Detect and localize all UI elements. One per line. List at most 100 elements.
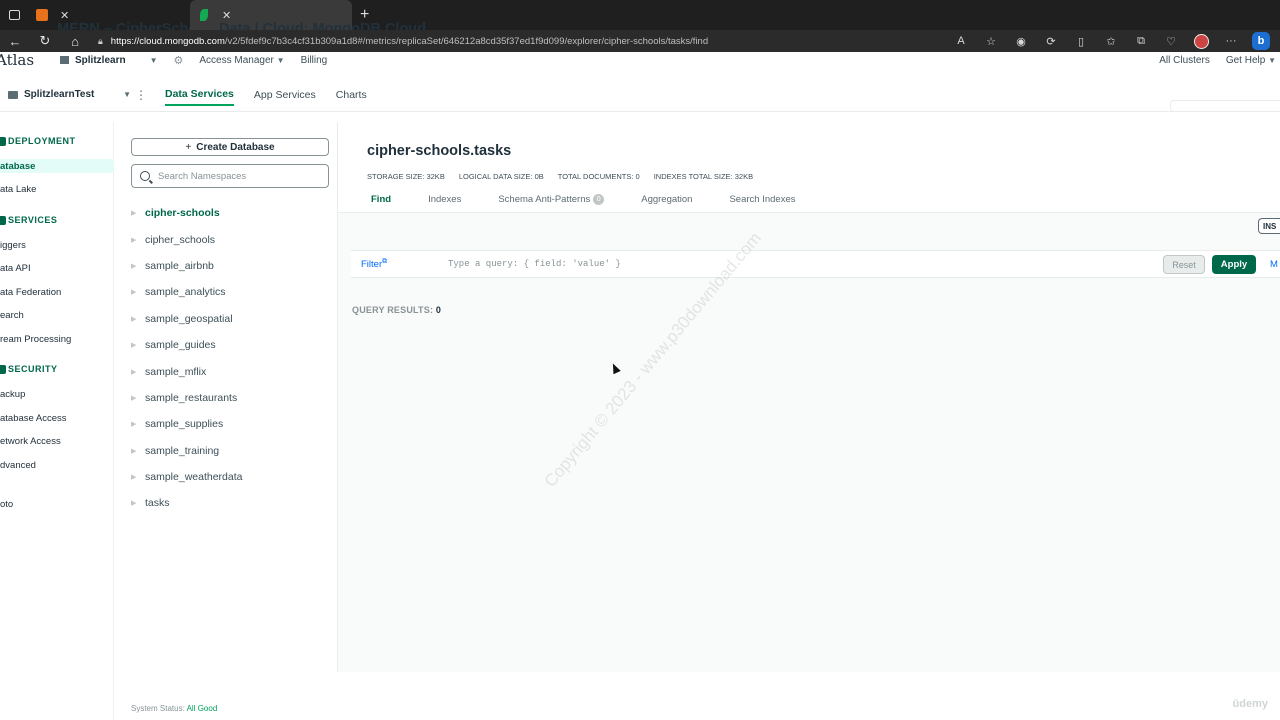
count-badge: 0 [593,194,605,205]
database-item[interactable]: ▶ sample_weatherdata [131,464,329,490]
tab-app-services[interactable]: App Services [254,85,316,105]
sidebar-item-data-federation[interactable]: ata Federation [0,285,61,299]
sidebar-item-database-access[interactable]: atabase Access [0,411,67,425]
org-selector[interactable]: Splitzlearn ▼ [60,55,158,66]
sidebar-item-triggers[interactable]: iggers [0,238,26,252]
stat-label: TOTAL DOCUMENTS: [557,172,634,181]
query-input[interactable] [448,259,1128,269]
browser-tab-mongodb[interactable]: Data | Cloud: MongoDB Cloud ✕ [190,0,426,37]
chevron-right-icon[interactable]: ▶ [131,236,145,244]
stat-storage-size: STORAGE SIZE: 32KB [367,172,445,181]
reset-button[interactable]: Reset [1163,255,1205,274]
tab-aggregation[interactable]: Aggregation [641,194,692,205]
read-aloud-icon[interactable]: A [946,32,976,50]
chevron-down-icon: ▼ [1268,55,1276,65]
collections-icon[interactable]: ⧉ [1126,32,1156,50]
database-item[interactable]: ▶ sample_restaurants [131,385,329,411]
create-database-button[interactable]: + Create Database [131,138,329,156]
stat-indexes-total-size: INDEXES TOTAL SIZE: 32KB [654,172,753,181]
get-help-link[interactable]: Get Help ▼ [1226,55,1276,66]
tab-find[interactable]: Find [371,194,391,205]
sidebar-item-backup[interactable]: ackup [0,387,25,401]
sidebar-item-advanced[interactable]: dvanced [0,458,36,472]
chevron-right-icon[interactable]: ▶ [131,368,145,376]
close-tab-icon[interactable]: ✕ [222,9,231,22]
close-tab-icon[interactable]: ✕ [60,9,69,22]
database-item[interactable]: ▶ sample_analytics [131,279,329,305]
tab-search-indexes[interactable]: Search Indexes [729,194,795,205]
sidebar-item-search[interactable]: earch [0,308,24,322]
namespace-search-input[interactable] [158,170,318,182]
sidebar-item-data-api[interactable]: ata API [0,261,31,275]
database-name: cipher-schools [145,207,220,220]
sidebar-item-goto[interactable]: oto [0,497,13,511]
filter-link[interactable]: Filter⧉ [361,258,448,270]
database-item[interactable]: ▶ sample_training [131,438,329,464]
browser-tab-drawio[interactable]: MERN – CipherSchools.drawio ✕ [28,0,269,37]
database-item[interactable]: ▶ sample_mflix [131,358,329,384]
global-search-input[interactable] [1170,100,1280,112]
database-item[interactable]: ▶ sample_airbnb [131,253,329,279]
atlas-logo[interactable]: Atlas [0,51,56,69]
back-icon[interactable]: ← [0,34,30,49]
lock-icon[interactable]: 🔒︎ [98,36,103,47]
project-selector[interactable]: SplitzlearnTest ▼ [0,89,135,100]
chevron-down-icon: ▼ [149,55,158,65]
database-item[interactable]: ▶ sample_supplies [131,411,329,437]
extension-icon[interactable]: ◉ [1006,32,1036,50]
tab-schema-anti-patterns[interactable]: Schema Anti-Patterns 0 [498,194,605,205]
results-area [338,212,1280,672]
sidebar-item-network-access[interactable]: etwork Access [0,434,61,448]
split-screen-icon[interactable]: ▯ [1066,32,1096,50]
home-icon[interactable]: ⌂ [60,34,90,49]
sidebar-item-database[interactable]: atabase [0,159,114,173]
tab-data-services[interactable]: Data Services [165,84,234,106]
access-manager-link[interactable]: Access Manager ▼ [199,55,284,66]
all-clusters-link[interactable]: All Clusters [1159,55,1210,66]
chevron-right-icon[interactable]: ▶ [131,499,145,507]
chevron-right-icon[interactable]: ▶ [131,420,145,428]
stat-label: LOGICAL DATA SIZE: [458,172,533,181]
chevron-right-icon[interactable]: ▶ [131,341,145,349]
bing-icon[interactable]: b [1246,32,1276,50]
more-options-button[interactable]: M [1270,259,1278,270]
refresh-sync-icon[interactable]: ⟳ [1036,32,1066,50]
chevron-right-icon[interactable]: ▶ [131,315,145,323]
url-field[interactable]: https://cloud.mongodb.com/v2/5fdef9c7b3c… [111,36,946,47]
more-icon[interactable]: ··· [1216,32,1246,50]
performance-icon[interactable]: ♡ [1156,32,1186,50]
chevron-right-icon[interactable]: ▶ [131,288,145,296]
chevron-right-icon[interactable]: ▶ [131,209,145,217]
browser-tab-bar: MERN – CipherSchools.drawio ✕ Data | Clo… [0,0,1280,37]
chevron-right-icon[interactable]: ▶ [131,447,145,455]
sidebar-item-stream-processing[interactable]: ream Processing [0,332,71,346]
gear-icon[interactable]: ⚙ [174,54,184,67]
status-link[interactable]: All Good [187,704,218,713]
tab-charts[interactable]: Charts [336,85,367,105]
favorites-icon[interactable]: ✩ [1096,32,1126,50]
apply-button[interactable]: Apply [1212,255,1256,274]
profile-icon[interactable] [1186,32,1216,50]
database-item[interactable]: ▶ cipher_schools [131,226,329,252]
database-item[interactable]: ▶ sample_guides [131,332,329,358]
chevron-right-icon[interactable]: ▶ [131,473,145,481]
favorite-icon[interactable]: ☆ [976,32,1006,50]
tab-indexes[interactable]: Indexes [428,194,461,205]
database-name: sample_airbnb [145,259,214,272]
chevron-right-icon[interactable]: ▶ [131,262,145,270]
billing-link[interactable]: Billing [301,55,328,66]
database-item[interactable]: ▶ tasks [131,490,329,516]
insert-document-button[interactable]: INS [1258,218,1280,234]
refresh-icon[interactable]: ↻ [30,33,60,49]
database-item[interactable]: ▶ sample_geospatial [131,306,329,332]
stat-value: 0B [534,172,544,181]
database-item[interactable]: ▶ cipher-schools [131,200,329,226]
sidebar-item-data-lake[interactable]: ata Lake [0,182,36,196]
sidebar-section-security: SECURITY [0,362,58,376]
tab-actions-icon[interactable] [0,0,28,30]
stat-total-documents: TOTAL DOCUMENTS: 0 [558,172,640,181]
query-results: QUERY RESULTS: 0 [352,305,441,315]
project-menu-icon[interactable]: ⋮ [135,88,165,102]
chevron-right-icon[interactable]: ▶ [131,394,145,402]
status-label: System Status: [131,704,185,713]
